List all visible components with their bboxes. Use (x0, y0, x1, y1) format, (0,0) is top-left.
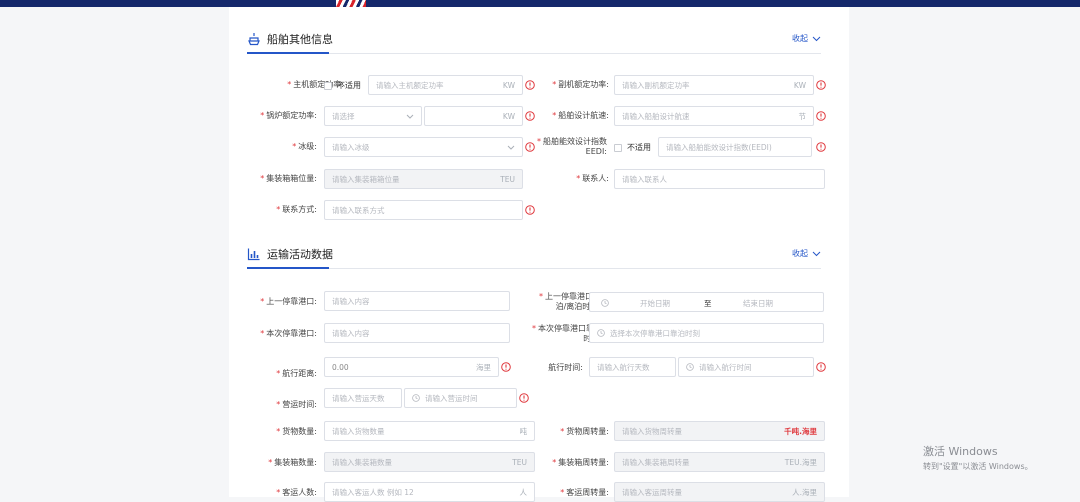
brand-stripes (336, 0, 366, 7)
passenger-turnover-input[interactable]: 请输入客运周转量 人.海里 (614, 482, 825, 502)
collapse-button[interactable]: 收起 (792, 248, 821, 259)
contact-info-input[interactable]: 请输入联系方式 (324, 200, 523, 220)
collapse-button[interactable]: 收起 (792, 33, 821, 44)
cargo-turnover-label: * 货物周转量: (560, 427, 609, 436)
container-qty-label: * 集装箱数量: (268, 458, 317, 467)
chevron-down-icon (812, 36, 821, 41)
boiler-power-select[interactable]: 请选择 (324, 106, 422, 126)
aux-power-label: * 副机额定功率: (552, 80, 609, 89)
chevron-down-icon (406, 114, 414, 119)
boiler-power-input[interactable]: KW (424, 106, 523, 126)
container-slots-input[interactable]: 请输入集装箱箱位量 TEU (324, 169, 523, 189)
prev-port-input[interactable]: 请输入内容 (324, 291, 510, 311)
clock-icon (412, 394, 420, 402)
warning-icon (816, 80, 826, 90)
container-turnover-input[interactable]: 请输入集装箱周转量 TEU.海里 (614, 452, 825, 472)
eedi-label: * 船舶能效设计指数 EEDI: (537, 137, 607, 156)
warning-icon (816, 142, 826, 152)
contact-person-label: * 联系人: (576, 174, 609, 183)
design-speed-input[interactable]: 请输入船舶设计航速节 (614, 106, 814, 126)
warning-icon (816, 111, 826, 121)
section-title: 船舶其他信息 (267, 33, 333, 46)
collapse-label: 收起 (792, 34, 808, 43)
prev-port-time-label: * 上一停靠港口靠 泊/离泊时刻: (539, 292, 601, 311)
main-power-na-checkbox[interactable]: 不适用 (324, 80, 361, 91)
op-days-input[interactable]: 请输入营运天数 (324, 388, 402, 408)
cargo-turnover-input[interactable]: 请输入货物周转量 千吨.海里 (614, 421, 825, 441)
watermark-subtitle: 转到"设置"以激活 Windows。 (923, 462, 1033, 471)
eedi-na-checkbox[interactable]: 不适用 (614, 142, 651, 153)
op-time-label: * 营运时间: (276, 400, 317, 409)
aux-power-input[interactable]: 请输入副机额定功率 KW (614, 75, 814, 95)
curr-port-input[interactable]: 请输入内容 (324, 323, 510, 343)
na-label: 不适用 (627, 143, 651, 152)
form-panel: 船舶其他信息 收起 * 主机额定功率: 不适用 请输入主机额定功率 KW * 副机额定… (229, 7, 849, 502)
cargo-qty-input[interactable]: 请输入货物数量吨 (324, 421, 535, 441)
distance-input[interactable]: 0.00 海里 (324, 357, 499, 377)
collapse-label: 收起 (792, 249, 808, 258)
bar-chart-icon (247, 248, 260, 261)
warning-icon (519, 393, 529, 403)
section-accent-line (247, 267, 329, 269)
start-date: 开始日期 (640, 299, 670, 308)
warning-icon (525, 205, 535, 215)
warning-icon (816, 362, 826, 372)
contact-person-input[interactable]: 请输入联系人 (614, 169, 825, 189)
ice-class-select[interactable]: 请输入冰级 (324, 137, 523, 157)
range-separator: 至 (704, 299, 712, 308)
warning-icon (501, 362, 511, 372)
sail-time-input[interactable]: 请输入航行时间 (678, 357, 814, 377)
container-slots-label: * 集装箱箱位量: (260, 174, 317, 183)
prev-port-label: * 上一停靠港口: (260, 297, 317, 306)
container-turnover-label: * 集装箱周转量: (552, 458, 609, 467)
ship-icon (248, 33, 260, 46)
contact-info-label: * 联系方式: (276, 205, 317, 214)
curr-port-label: * 本次停靠港口: (260, 329, 317, 338)
design-speed-label: * 船舶设计航速: (552, 111, 609, 120)
na-label: 不适用 (337, 81, 361, 90)
chevron-down-icon (812, 251, 821, 256)
watermark-title: 激活 Windows (923, 445, 998, 458)
sail-time-label: 航行时间: (548, 363, 583, 372)
windows-activation-watermark: 激活 Windows 转到"设置"以激活 Windows。 (923, 443, 1033, 472)
ice-class-label: * 冰级: (292, 142, 317, 151)
section-header-ship-info: 船舶其他信息 收起 (247, 28, 821, 54)
section-accent-line (247, 52, 329, 54)
passenger-qty-input[interactable]: 请输入客运人数 例如 12 人 (324, 482, 535, 502)
op-time-input[interactable]: 请输入营运时间 (404, 388, 517, 408)
cargo-qty-label: * 货物数量: (276, 427, 317, 436)
clock-icon (597, 329, 605, 337)
curr-port-time-label: *本次停靠港口靠泊时刻: (532, 324, 602, 343)
prev-port-time-range[interactable]: 开始日期 至 结束日期 (589, 292, 824, 312)
distance-label: * 航行距离: (276, 369, 317, 378)
main-power-input[interactable]: 请输入主机额定功率 KW (368, 75, 523, 95)
sail-days-input[interactable]: 请输入航行天数 (589, 357, 676, 377)
clock-icon (601, 299, 609, 307)
section-header-transport: 运输活动数据 收起 (247, 243, 821, 269)
end-date: 结束日期 (743, 299, 773, 308)
clock-icon (686, 363, 694, 371)
top-bar (0, 0, 1080, 7)
section-title: 运输活动数据 (267, 248, 333, 261)
curr-port-time-input[interactable]: 选择本次停靠港口靠泊时刻 (589, 323, 824, 343)
chevron-down-icon (507, 145, 515, 150)
boiler-power-label: * 锅炉额定功率: (260, 111, 317, 120)
container-qty-input[interactable]: 请输入集装箱数量 TEU (324, 452, 535, 472)
eedi-input[interactable]: 请输入船舶能效设计指数(EEDI) (658, 137, 812, 157)
